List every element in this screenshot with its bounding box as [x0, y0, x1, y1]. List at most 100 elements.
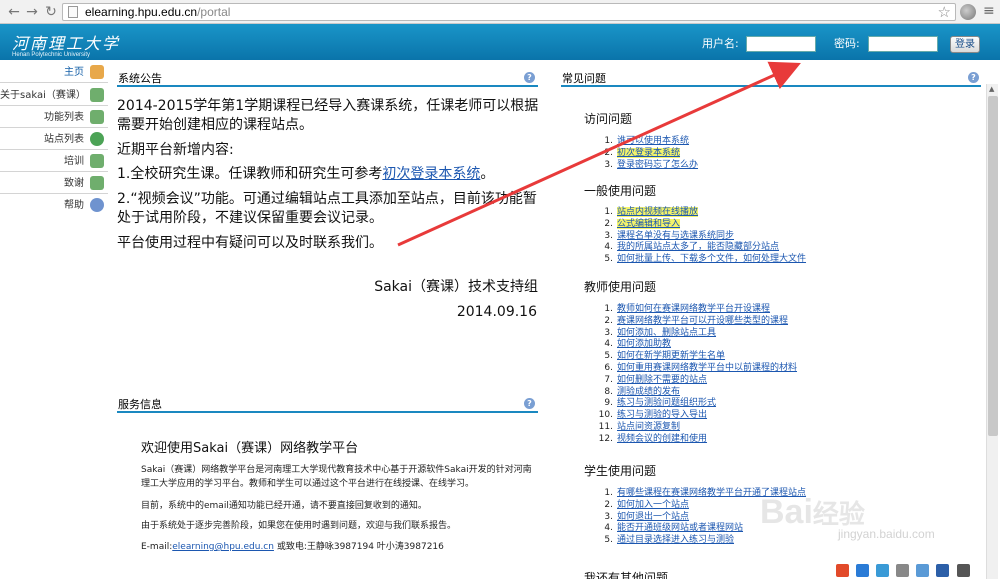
faq-item: 2. 公式编辑和导入	[593, 218, 806, 231]
help-icon[interactable]: ?	[968, 72, 979, 83]
faq-item-number: 6.	[604, 362, 613, 373]
faq-item-number: 9.	[604, 398, 613, 409]
sidebar-item-help[interactable]: 帮助	[0, 195, 108, 216]
back-icon[interactable]: ←	[4, 2, 24, 22]
faq-link[interactable]: 视频会议的创建和使用	[617, 434, 707, 444]
faq-item: 1. 谁可以使用本系统	[593, 136, 698, 148]
faq-link[interactable]: 如何在新学期更新学生名单	[617, 351, 725, 361]
watermark-brand: Bai	[760, 493, 813, 531]
scroll-thumb[interactable]	[988, 96, 998, 436]
faq-list: 1. 站点内视频在线播放 2. 公式编辑和导入 3. 课程名单没有与选课系统同步 4. 我的所…	[593, 207, 806, 266]
faq-link[interactable]: 教师如何在赛课网络教学平台开设课程	[617, 304, 770, 314]
sidebar-item-label: 培训	[64, 156, 84, 167]
tray-icon[interactable]	[916, 564, 930, 577]
address-bar[interactable]: elearning.hpu.edu.cn/portal ☆	[62, 3, 956, 21]
tray-icon[interactable]	[856, 564, 870, 577]
help-icon[interactable]: ?	[524, 72, 535, 83]
page-icon	[90, 110, 104, 124]
faq-link[interactable]: 谁可以使用本系统	[617, 136, 689, 146]
faq-link[interactable]: 如何退出一个站点	[617, 512, 689, 522]
faq-link[interactable]: 能否开通班级网站或者课程网站	[617, 523, 743, 533]
faq-item-number: 12.	[598, 433, 613, 444]
sidebar-item-sites[interactable]: 站点列表	[0, 129, 108, 150]
faq-link[interactable]: 如何添加助教	[617, 339, 671, 349]
faq-link[interactable]: 站点内视频在线播放	[617, 207, 699, 217]
globe-icon	[90, 132, 104, 146]
faq-item: 1. 教师如何在赛课网络教学平台开设课程	[593, 304, 797, 316]
faq-link[interactable]: 我的所属站点太多了，能否隐藏部分站点	[617, 242, 779, 252]
faq-item-number: 3.	[604, 159, 613, 170]
faq-link[interactable]: 如何加入一个站点	[617, 500, 689, 510]
password-input[interactable]	[868, 36, 938, 52]
notice-line: 需要开始创建相应的课程站点。	[117, 117, 313, 133]
sidebar-item-training[interactable]: 培训	[0, 151, 108, 172]
help-icon[interactable]: ?	[524, 398, 535, 409]
faq-item: 9. 练习与测验问题组织形式	[593, 398, 797, 410]
sidebar-item-label: 关于sakai（赛课）	[0, 90, 86, 101]
watermark-url: jingyan.baidu.com	[838, 527, 935, 541]
faq-item-number: 10.	[598, 410, 613, 421]
panel-divider	[117, 411, 538, 413]
notice-text: 。	[480, 166, 495, 182]
faq-link[interactable]: 如何重用赛课网络教学平台中以前课程的材料	[617, 363, 797, 373]
faq-item: 8. 测验成绩的发布	[593, 387, 797, 399]
faq-scrollbar[interactable]: ▲	[986, 84, 998, 579]
tray-icon[interactable]	[876, 564, 890, 577]
sidebar-item-label: 主页	[64, 67, 84, 78]
faq-item-number: 2.	[604, 218, 613, 229]
faq-item: 12. 视频会议的创建和使用	[593, 434, 797, 446]
sidebar-item-features[interactable]: 功能列表	[0, 107, 108, 128]
faq-link[interactable]: 测验成绩的发布	[617, 387, 680, 397]
faq-link[interactable]: 如何批量上传、下载多个文件，如何处理大文件	[617, 254, 806, 264]
faq-section-heading: 访问问题	[584, 112, 633, 126]
username-input[interactable]	[746, 36, 816, 52]
reload-icon[interactable]: ↻	[41, 2, 61, 22]
panel-divider	[117, 85, 538, 87]
faq-link[interactable]: 赛课网络教学平台可以开设哪些类型的课程	[617, 316, 788, 326]
sidebar-item-thanks[interactable]: 致谢	[0, 173, 108, 194]
sidebar-item-home[interactable]: 主页	[0, 62, 108, 83]
notice-line: 2014-2015学年第1学期课程已经导入赛课系统，任课老师可以根据	[117, 98, 539, 114]
faq-link[interactable]: 通过目录选择进入练习与测验	[617, 535, 734, 545]
home-icon	[90, 65, 104, 79]
faq-link[interactable]: 如何添加、删除站点工具	[617, 328, 716, 338]
faq-item-number: 5.	[604, 535, 613, 546]
faq-link[interactable]: 站点间资源复制	[617, 422, 680, 432]
watermark-brand-cn: 经验	[812, 499, 865, 529]
faq-link[interactable]: 登录密码忘了怎么办	[617, 160, 698, 170]
email-link[interactable]: elearning@hpu.edu.cn	[172, 542, 274, 552]
tray-icon[interactable]	[956, 564, 970, 577]
page-icon	[90, 176, 104, 190]
sidebar-item-label: 站点列表	[44, 134, 84, 145]
scroll-up-icon[interactable]: ▲	[989, 85, 994, 93]
faq-item-number: 11.	[598, 421, 613, 432]
first-login-link[interactable]: 初次登录本系统	[382, 166, 480, 182]
faq-link[interactable]: 公式编辑和导入	[617, 218, 681, 229]
faq-item-number: 8.	[604, 386, 613, 397]
faq-link[interactable]: 如何删除不需要的站点	[617, 375, 707, 385]
faq-section-heading: 学生使用问题	[584, 464, 657, 478]
bookmark-star-icon[interactable]: ☆	[938, 3, 951, 21]
email-label: E-mail:	[141, 542, 173, 552]
faq-item: 11. 站点间资源复制	[593, 422, 797, 434]
faq-item: 1. 站点内视频在线播放	[593, 207, 806, 219]
menu-icon[interactable]: ≡	[983, 3, 995, 19]
tray-icon[interactable]	[896, 564, 910, 577]
faq-item: 3. 如何添加、删除站点工具	[593, 328, 797, 340]
faq-link[interactable]: 课程名单没有与选课系统同步	[617, 231, 734, 241]
sidebar-item-about[interactable]: 关于sakai（赛课）	[0, 85, 108, 106]
faq-link[interactable]: 练习与测验问题组织形式	[617, 398, 716, 408]
login-button[interactable]: 登录	[950, 36, 980, 53]
sidebar-item-label: 帮助	[64, 200, 84, 211]
faq-item-number: 1.	[604, 136, 613, 146]
system-tray	[836, 562, 986, 579]
tray-icon[interactable]	[936, 564, 950, 577]
faq-link[interactable]: 初次登录本系统	[617, 147, 681, 158]
extension-icon[interactable]	[960, 4, 976, 20]
faq-list: 1. 谁可以使用本系统 2. 初次登录本系统 3. 登录密码忘了怎么办	[593, 136, 698, 171]
faq-link[interactable]: 练习与测验的导入导出	[617, 410, 707, 420]
sogou-icon[interactable]	[836, 564, 849, 577]
faq-item: 5. 如何批量上传、下载多个文件，如何处理大文件	[593, 254, 806, 266]
forward-icon[interactable]: →	[22, 2, 42, 22]
faq-item-number: 3.	[604, 230, 613, 241]
